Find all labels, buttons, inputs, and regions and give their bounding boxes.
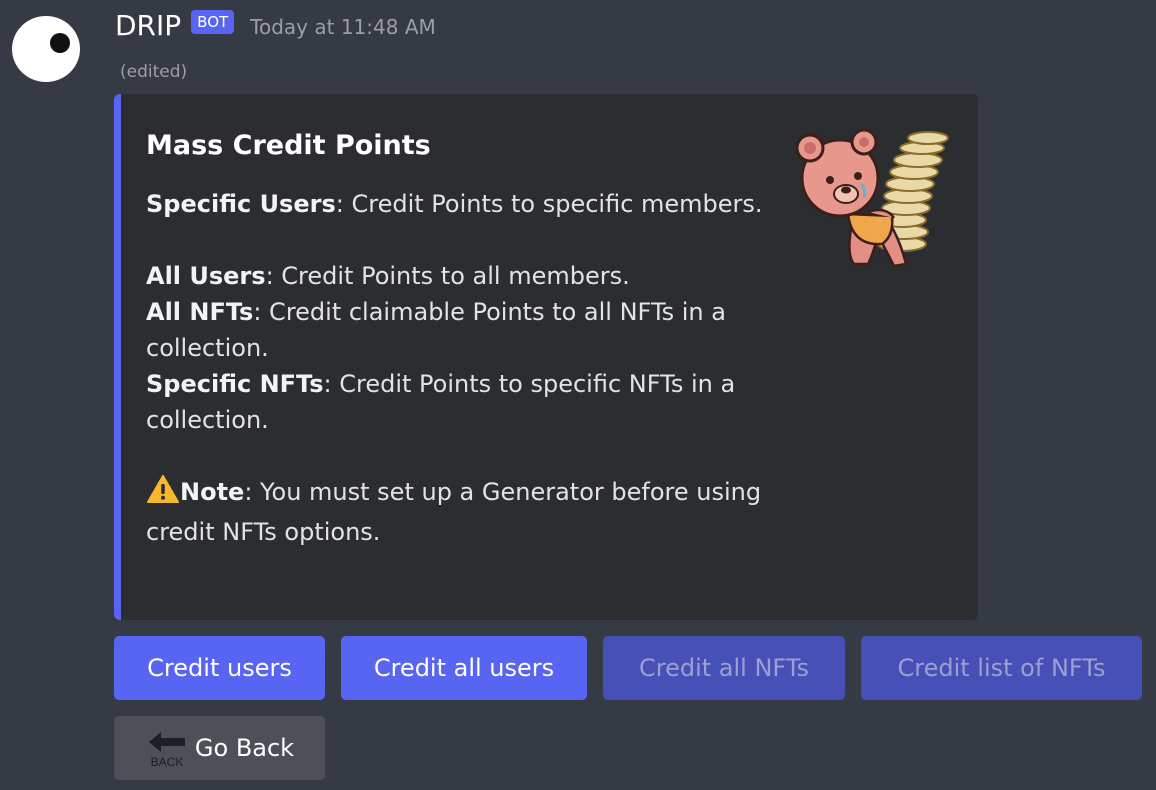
warning-icon (146, 474, 180, 514)
avatar[interactable] (12, 16, 80, 82)
avatar-eye (50, 33, 70, 53)
item-all-nfts-cont: collection. (146, 334, 269, 362)
embed-description: Specific Users: Credit Points to specifi… (146, 186, 786, 550)
item-text: : Credit claimable Points to all NFTs in… (253, 298, 726, 326)
embed-title: Mass Credit Points (146, 130, 431, 161)
svg-text:BACK: BACK (151, 755, 184, 769)
message-timestamp: Today at 11:48 AM (250, 15, 436, 39)
go-back-label: Go Back (194, 734, 295, 762)
item-label: Specific NFTs (146, 370, 324, 398)
item-text: : Credit Points to all members. (265, 262, 630, 290)
item-label: All NFTs (146, 298, 254, 326)
edited-label: (edited) (120, 62, 188, 82)
embed-accent-bar (114, 94, 121, 620)
credit-all-nfts-button[interactable]: Credit all NFTs (603, 636, 845, 700)
credit-all-users-button[interactable]: Credit all users (341, 636, 587, 700)
item-label: All Users (146, 262, 266, 290)
note-text: : You must set up a Generator before usi… (244, 478, 762, 506)
embed-card: Mass Credit Points Specific Users: Credi… (114, 94, 978, 620)
note-label: Note (180, 478, 245, 506)
item-text: : Credit Points to specific NFTs in a (323, 370, 736, 398)
item-specific-nfts-cont: collection. (146, 406, 269, 434)
item-specific-nfts: Specific NFTs: Credit Points to specific… (146, 366, 786, 402)
item-specific-users: Specific Users: Credit Points to specifi… (146, 186, 786, 222)
bot-badge: BOT (191, 10, 235, 34)
bear-carrying-coins-image[interactable] (782, 124, 952, 274)
item-all-users: All Users: Credit Points to all members. (146, 258, 786, 294)
note-line: Note: You must set up a Generator before… (146, 474, 786, 514)
author-name[interactable]: DRIP (115, 9, 181, 42)
bot-message: DRIP BOT Today at 11:48 AM (edited) Mass… (0, 0, 1156, 790)
message-header: DRIP BOT Today at 11:48 AM (115, 8, 436, 42)
credit-users-button[interactable]: Credit users (114, 636, 325, 700)
item-text: : Credit Points to specific members. (335, 190, 763, 218)
back-arrow-icon: BACK (145, 728, 189, 772)
item-all-nfts: All NFTs: Credit claimable Points to all… (146, 294, 786, 330)
go-back-button[interactable]: BACK Go Back (114, 716, 325, 780)
item-label: Specific Users (146, 190, 336, 218)
note-text-cont: credit NFTs options. (146, 518, 381, 546)
credit-list-of-nfts-button[interactable]: Credit list of NFTs (861, 636, 1142, 700)
